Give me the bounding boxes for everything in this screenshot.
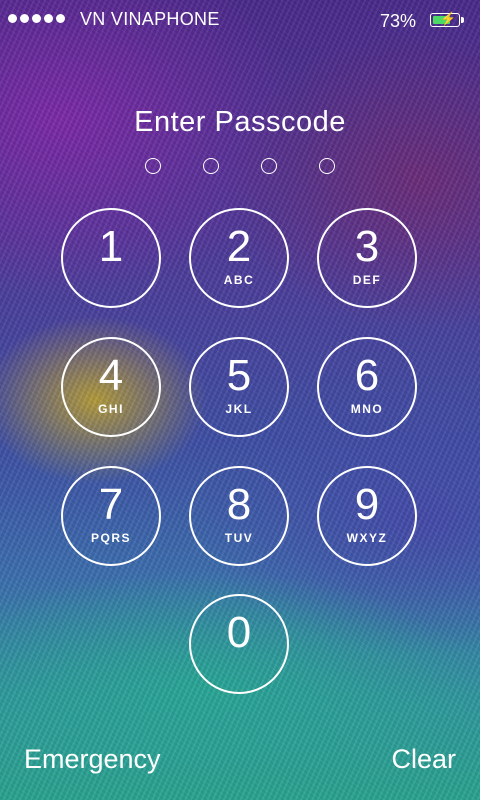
- key-digit: 8: [226, 480, 252, 529]
- passcode-dot: [319, 158, 335, 174]
- passcode-dot: [203, 158, 219, 174]
- status-bar: VN VINAPHONE 73% ⚡: [0, 0, 480, 40]
- key-1[interactable]: 1: [61, 208, 161, 308]
- key-letters: DEF: [352, 273, 382, 287]
- bolt-icon: ⚡: [440, 11, 457, 26]
- battery-charging-icon: ⚡: [430, 11, 464, 27]
- clear-button[interactable]: Clear: [391, 744, 456, 775]
- key-5[interactable]: 5 JKL: [189, 337, 289, 437]
- key-digit: 9: [354, 480, 380, 529]
- key-0[interactable]: 0: [189, 594, 289, 694]
- key-digit: 3: [354, 222, 380, 271]
- key-letters: MNO: [350, 402, 384, 416]
- battery-percent: 73%: [380, 11, 417, 31]
- key-6[interactable]: 6 MNO: [317, 337, 417, 437]
- key-3[interactable]: 3 DEF: [317, 208, 417, 308]
- emergency-button[interactable]: Emergency: [24, 744, 161, 775]
- key-7[interactable]: 7 PQRS: [61, 466, 161, 566]
- key-digit: 1: [98, 222, 124, 271]
- key-9[interactable]: 9 WXYZ: [317, 466, 417, 566]
- passcode-dot: [145, 158, 161, 174]
- key-digit: 5: [226, 351, 252, 400]
- carrier-name: VN VINAPHONE: [80, 9, 220, 29]
- key-letters: JKL: [225, 402, 253, 416]
- key-2[interactable]: 2 ABC: [189, 208, 289, 308]
- page-title: Enter Passcode: [134, 106, 346, 138]
- key-letters: WXYZ: [346, 531, 388, 545]
- signal-dots-icon: [8, 14, 65, 23]
- key-4[interactable]: 4 GHI: [61, 337, 161, 437]
- key-digit: 7: [98, 480, 124, 529]
- key-letters: TUV: [224, 531, 254, 545]
- key-digit: 2: [226, 222, 252, 271]
- key-letters: PQRS: [90, 531, 131, 545]
- key-letters: GHI: [98, 402, 124, 416]
- key-digit: 4: [98, 351, 124, 400]
- passcode-dot: [261, 158, 277, 174]
- key-8[interactable]: 8 TUV: [189, 466, 289, 566]
- key-digit: 0: [226, 608, 252, 657]
- key-digit: 6: [354, 351, 380, 400]
- key-letters: ABC: [223, 273, 255, 287]
